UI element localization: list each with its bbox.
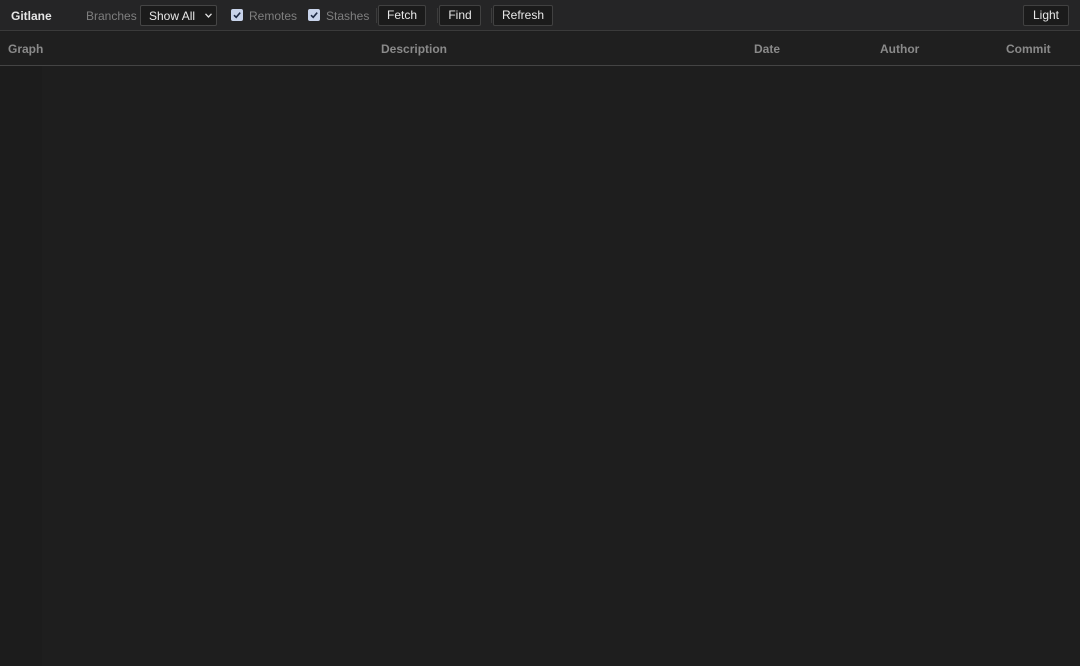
theme-toggle-button[interactable]: Light: [1023, 5, 1069, 26]
toolbar-divider: [376, 8, 377, 23]
checkmark-icon: [233, 12, 241, 19]
toolbar-divider: [491, 8, 492, 23]
stashes-checkbox-box[interactable]: [308, 9, 320, 21]
column-header: Graph Description Date Author Commit: [0, 32, 1080, 66]
toolbar-divider: [437, 8, 438, 23]
toolbar: Gitlane Branches Show All Remotes Stashe…: [0, 0, 1080, 31]
app-title: Gitlane: [11, 9, 52, 23]
column-author[interactable]: Author: [880, 42, 919, 56]
find-button[interactable]: Find: [439, 5, 481, 26]
remotes-label: Remotes: [249, 9, 298, 23]
column-description[interactable]: Description: [381, 42, 447, 56]
column-commit[interactable]: Commit: [1006, 42, 1051, 56]
stashes-label: Stashes: [326, 9, 370, 23]
branches-label: Branches: [86, 9, 137, 23]
fetch-button[interactable]: Fetch: [378, 5, 426, 26]
chevron-down-icon: [205, 13, 212, 18]
column-date[interactable]: Date: [754, 42, 780, 56]
remotes-checkbox[interactable]: Remotes: [231, 8, 298, 24]
remotes-checkbox-box[interactable]: [231, 9, 243, 21]
checkmark-icon: [310, 12, 318, 19]
stashes-checkbox[interactable]: Stashes: [308, 8, 370, 24]
branch-select-value: Show All: [149, 9, 196, 23]
graph-lane: [0, 66, 42, 666]
branch-select[interactable]: Show All: [140, 5, 217, 26]
column-graph[interactable]: Graph: [8, 42, 43, 56]
commit-graph-area: [0, 66, 1080, 666]
refresh-button[interactable]: Refresh: [493, 5, 553, 26]
